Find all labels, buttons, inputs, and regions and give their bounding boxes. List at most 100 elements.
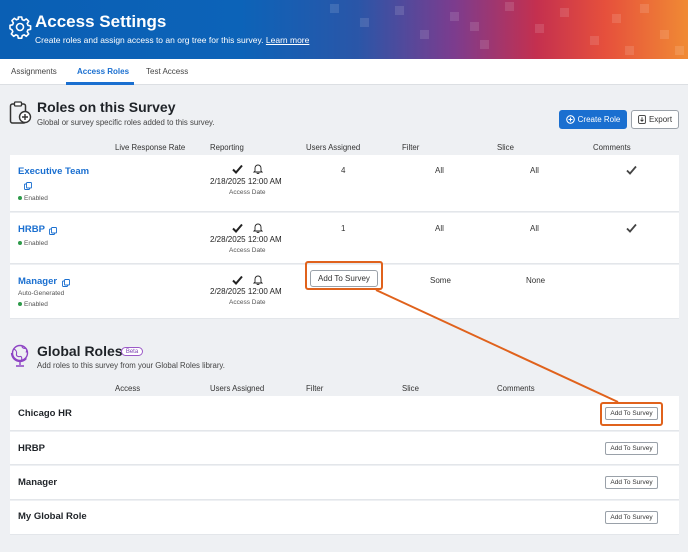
col-users-assigned: Users Assigned [306,143,361,152]
access-date: 2/28/2025 12:00 AM [210,235,282,244]
enabled-dot [18,302,22,307]
active-tab-indicator [66,82,134,85]
banner-tile [675,46,684,55]
col-live-response-rate: Live Response Rate [115,143,186,152]
tab-bar: Assignments Access Roles Test Access [0,59,688,85]
page-title: Access Settings [35,12,167,31]
role-name-link[interactable]: Manager [18,276,57,287]
enabled-dot [18,241,22,246]
status-badge: Enabled [18,195,48,202]
role-row: HRBP Enabled 2/28/2025 12:00 AM Access D… [10,213,679,264]
users-assigned-count: 4 [341,166,346,175]
col-comments: Comments [593,143,631,152]
role-name-link[interactable]: Executive Team [18,166,89,177]
export-icon [638,115,646,124]
access-date-label: Access Date [229,247,266,254]
tab-test-access[interactable]: Test Access [146,67,188,76]
banner-tile [420,30,429,39]
banner-tile [535,24,544,33]
header-banner: Access Settings Create roles and assign … [0,0,688,59]
enabled-dot [18,196,22,201]
create-role-button[interactable]: Create Role [559,110,627,129]
check-icon [626,165,637,175]
global-role-name: My Global Role [18,511,87,522]
access-date: 2/28/2025 12:00 AM [210,287,282,296]
add-to-survey-button[interactable]: Add To Survey [605,476,658,489]
banner-tile [330,4,339,13]
access-date: 2/18/2025 12:00 AM [210,177,282,186]
banner-tile [590,36,599,45]
users-assigned-count: 1 [341,224,346,233]
learn-more-link[interactable]: Learn more [266,35,309,45]
beta-badge: Beta [121,347,143,356]
filter-value: All [435,224,444,233]
status-text: Enabled [24,301,48,308]
highlight-box [600,402,663,426]
highlight-box [305,261,383,290]
banner-tile [470,22,479,31]
clipboard-add-icon [9,101,32,124]
global-role-row: HRBP Add To Survey [10,432,679,465]
tab-access-roles[interactable]: Access Roles [77,67,129,76]
global-role-name: Chicago HR [18,408,72,419]
auto-generated-note: Auto-Generated [18,290,65,297]
col-users-assigned: Users Assigned [210,384,265,393]
create-role-label: Create Role [577,115,621,124]
tab-assignments[interactable]: Assignments [11,67,57,76]
global-section-subtitle: Add roles to this survey from your Globa… [37,361,225,370]
page-subtitle: Create roles and assign access to an org… [35,35,309,45]
col-access: Access [115,384,141,393]
check-icon [232,223,243,233]
add-to-survey-button[interactable]: Add To Survey [605,511,658,524]
gear-icon [9,16,32,39]
bell-icon[interactable] [253,163,263,174]
globe-icon [10,344,29,367]
banner-tile [560,8,569,17]
banner-tile [395,6,404,15]
check-icon [232,275,243,285]
filter-value: Some [430,276,451,285]
slice-value: All [530,224,539,233]
slice-value: None [526,276,546,285]
role-row: Executive Team Enabled 2/18/2025 12:00 A… [10,155,679,212]
check-icon [232,164,243,174]
add-to-survey-button[interactable]: Add To Survey [605,442,658,455]
col-filter: Filter [306,384,324,393]
subtitle-text: Create roles and assign access to an org… [35,35,264,45]
plus-circle-icon [565,115,575,124]
col-reporting: Reporting [210,143,244,152]
export-button[interactable]: Export [631,110,679,129]
check-icon [626,223,637,233]
banner-tile [480,40,489,49]
bell-icon[interactable] [253,222,263,233]
banner-tile [612,14,621,23]
col-comments: Comments [497,384,535,393]
global-role-row: Chicago HR Add To Survey [10,396,679,431]
col-filter: Filter [402,143,420,152]
banner-tile [660,30,669,39]
status-badge: Enabled [18,240,48,247]
roles-section-subtitle: Global or survey specific roles added to… [37,118,215,127]
banner-tile [640,4,649,13]
banner-tile [625,46,634,55]
status-text: Enabled [24,195,48,202]
copy-icon[interactable] [62,279,70,287]
role-name-link[interactable]: HRBP [18,224,45,235]
bell-icon[interactable] [253,274,263,285]
banner-tile [360,18,369,27]
global-section-title: Global Roles [37,343,123,359]
banner-tile [505,2,514,11]
status-text: Enabled [24,240,48,247]
copy-icon[interactable] [24,182,32,190]
global-role-row: My Global Role Add To Survey [10,501,679,535]
slice-value: All [530,166,539,175]
roles-section-title: Roles on this Survey [37,99,176,115]
access-date-label: Access Date [229,189,266,196]
global-role-name: Manager [18,477,58,488]
global-role-name: HRBP [18,443,45,454]
export-label: Export [648,115,673,124]
global-role-row: Manager Add To Survey [10,466,679,500]
copy-icon[interactable] [49,227,57,235]
col-slice: Slice [402,384,419,393]
banner-tile [450,12,459,21]
